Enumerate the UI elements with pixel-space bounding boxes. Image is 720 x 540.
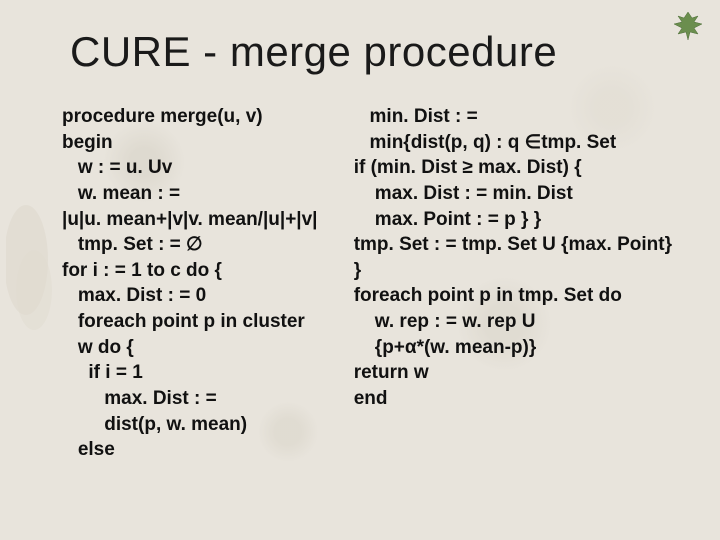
decorative-smudge	[6, 200, 58, 350]
code-line: max. Dist : =	[62, 386, 342, 412]
code-columns: procedure merge(u, v) begin w : = u. Uv …	[62, 104, 672, 463]
code-line: w. rep : = w. rep U	[354, 309, 672, 335]
code-line: min{dist(p, q) : q ∈tmp. Set	[354, 130, 672, 156]
code-line: for i : = 1 to c do {	[62, 258, 342, 284]
code-line: begin	[62, 130, 342, 156]
code-line: foreach point p in tmp. Set do	[354, 283, 672, 309]
left-column: procedure merge(u, v) begin w : = u. Uv …	[62, 104, 342, 463]
slide-title: CURE - merge procedure	[70, 28, 672, 76]
code-line: tmp. Set : = tmp. Set U {max. Point}	[354, 232, 672, 258]
code-line: w do {	[62, 335, 342, 361]
code-line: end	[354, 386, 672, 412]
code-line: procedure merge(u, v)	[62, 104, 342, 130]
code-line: max. Dist : = min. Dist	[354, 181, 672, 207]
code-line: dist(p, w. mean)	[62, 412, 342, 438]
code-line: {p+α*(w. mean-p)}	[354, 335, 672, 361]
code-line: tmp. Set : = ∅	[62, 232, 342, 258]
code-line: max. Dist : = 0	[62, 283, 342, 309]
code-line: if (min. Dist ≥ max. Dist) {	[354, 155, 672, 181]
code-line: |u|u. mean+|v|v. mean/|u|+|v|	[62, 207, 342, 233]
leaf-icon	[670, 8, 706, 44]
code-line: return w	[354, 360, 672, 386]
code-line: max. Point : = p } }	[354, 207, 672, 233]
code-line: if i = 1	[62, 360, 342, 386]
code-line: w : = u. Uv	[62, 155, 342, 181]
slide-content: CURE - merge procedure procedure merge(u…	[0, 0, 720, 540]
right-column: min. Dist : = min{dist(p, q) : q ∈tmp. S…	[354, 104, 672, 463]
code-line: w. mean : =	[62, 181, 342, 207]
code-line: }	[354, 258, 672, 284]
code-line: min. Dist : =	[354, 104, 672, 130]
code-line: foreach point p in cluster	[62, 309, 342, 335]
code-line: else	[62, 437, 342, 463]
